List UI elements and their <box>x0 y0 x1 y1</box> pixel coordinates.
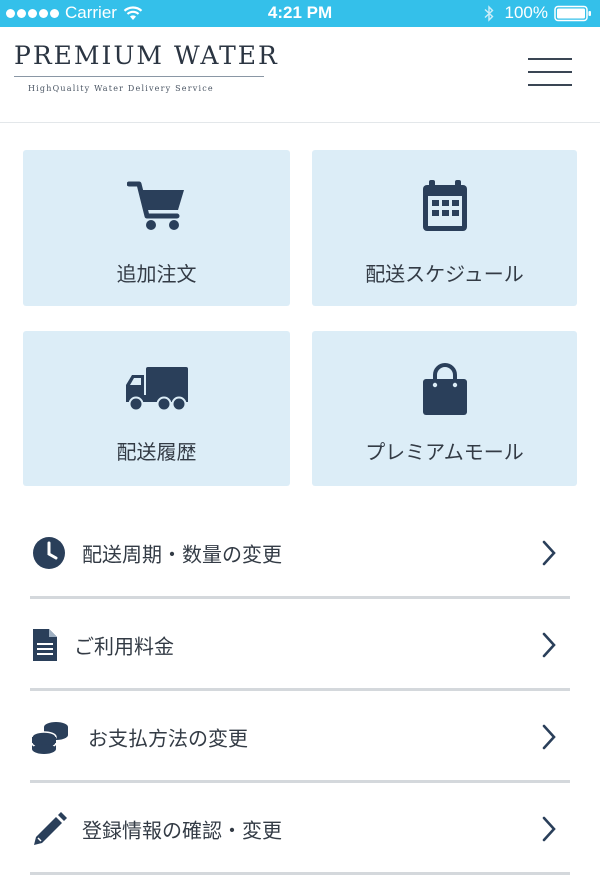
hamburger-menu-button[interactable] <box>528 58 572 88</box>
battery-icon <box>554 5 591 21</box>
logo-divider <box>14 76 264 77</box>
logo-tagline: HighQuality Water Delivery Service <box>28 84 214 93</box>
shopping-bag-icon <box>422 363 467 415</box>
pencil-icon <box>34 811 67 845</box>
chevron-right-icon <box>542 540 556 565</box>
list-item-label: ご利用料金 <box>74 634 174 658</box>
logo[interactable]: PREMIUM WATER HighQuality Water Delivery… <box>14 41 279 111</box>
truck-icon <box>125 367 188 412</box>
tile-delivery-history[interactable]: 配送履歴 <box>23 331 290 486</box>
tile-label: 配送履歴 <box>116 440 197 464</box>
list-item-label: お支払方法の変更 <box>88 726 248 750</box>
tile-label: プレミアムモール <box>365 440 524 464</box>
tile-premium-mall[interactable]: プレミアムモール <box>312 331 577 486</box>
document-icon <box>33 628 57 661</box>
tile-label: 追加注文 <box>116 262 197 286</box>
clock-icon <box>33 536 65 569</box>
coins-icon <box>31 721 68 754</box>
tile-additional-order[interactable]: 追加注文 <box>23 150 290 306</box>
status-bar: Carrier 4:21 PM 100% <box>0 0 600 27</box>
hamburger-icon <box>528 58 572 60</box>
chevron-right-icon <box>542 816 556 841</box>
list-item-label: 配送周期・数量の変更 <box>82 542 282 566</box>
battery-percentage: 100% <box>504 3 548 22</box>
logo-title: PREMIUM WATER <box>14 41 279 70</box>
calendar-icon <box>422 180 467 231</box>
tile-delivery-schedule[interactable]: 配送スケジュール <box>312 150 577 306</box>
list-item-delivery-cycle[interactable]: 配送周期・数量の変更 <box>30 509 570 599</box>
list-item-usage-fees[interactable]: ご利用料金 <box>30 601 570 691</box>
tile-label: 配送スケジュール <box>365 262 524 286</box>
chevron-right-icon <box>542 632 556 657</box>
chevron-right-icon <box>542 724 556 749</box>
list-item-label: 登録情報の確認・変更 <box>82 818 282 842</box>
cart-icon <box>126 181 184 230</box>
list-item-payment-method[interactable]: お支払方法の変更 <box>30 693 570 783</box>
app-header: PREMIUM WATER HighQuality Water Delivery… <box>0 27 600 123</box>
status-right: 100% <box>483 3 592 23</box>
bluetooth-icon <box>484 4 494 22</box>
list-item-registration-info[interactable]: 登録情報の確認・変更 <box>30 785 570 875</box>
